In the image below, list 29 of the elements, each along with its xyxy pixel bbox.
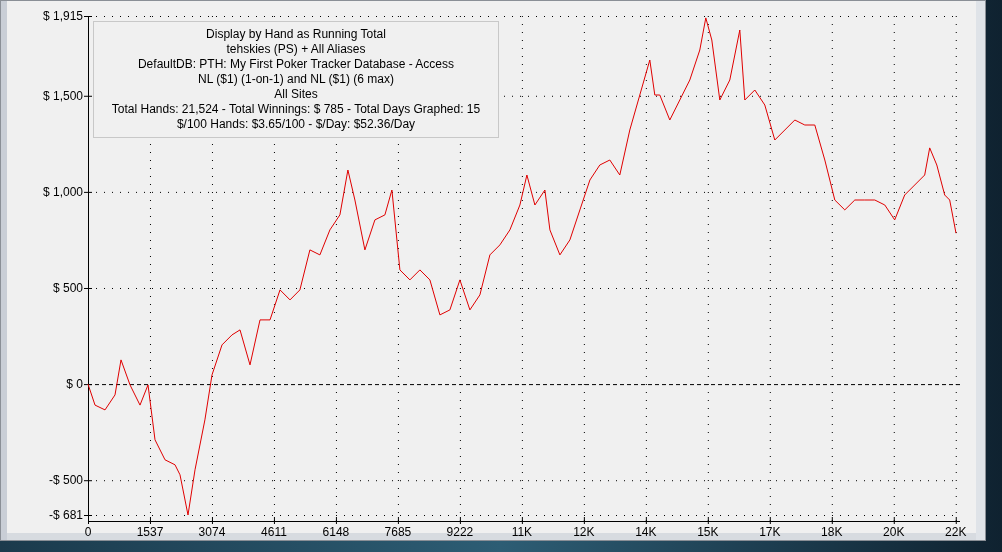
legend-text: Display by Hand as Running Total [206,27,386,42]
y-tick-label: $ 1,500 [42,88,83,103]
y-tick-label: -$ 500 [48,473,83,488]
y-tick-label: $ 500 [52,281,83,295]
legend-text: All Sites [274,87,318,102]
x-tick-label: 1537 [136,525,164,539]
x-tick-label: 18K [821,525,843,539]
legend-text: $/100 Hands: $3.65/100 - $/Day: $52.36/Day [176,117,416,132]
x-tick-label: 17K [759,525,781,539]
x-tick-label: 0 [84,525,92,539]
x-tick-label: 11K [511,525,533,539]
x-tick-label: 4611 [261,525,287,539]
x-tick-label: 22K [945,525,967,539]
y-tick-label: $ 0 [66,377,83,392]
x-tick-label: 6148 [322,525,350,539]
y-tick-label: -$ 681 [48,508,83,522]
legend-text: NL ($1) (1-on-1) and NL ($1) (6 max) [198,72,394,87]
legend-text: tehskies (PS) + All Aliases [226,42,366,57]
x-tick-label: 20K [883,525,905,539]
y-tick-label: $ 1,000 [42,184,83,199]
x-tick-label: 3074 [198,525,226,539]
x-tick-label: 9222 [446,525,474,539]
legend-text: Total Hands: 21,524 - Total Winnings: $ 785 - Total Days Graphed: 15 [111,102,481,117]
x-tick-label: 12K [573,525,595,539]
y-tick-label: $ 1,915 [42,9,83,23]
x-tick-label: 14K [635,525,657,539]
x-tick-label: 15K [697,525,719,539]
legend-text: DefaultDB: PTH: My First Poker Tracker Database - Access [137,57,455,72]
x-tick-label: 7685 [384,525,412,539]
